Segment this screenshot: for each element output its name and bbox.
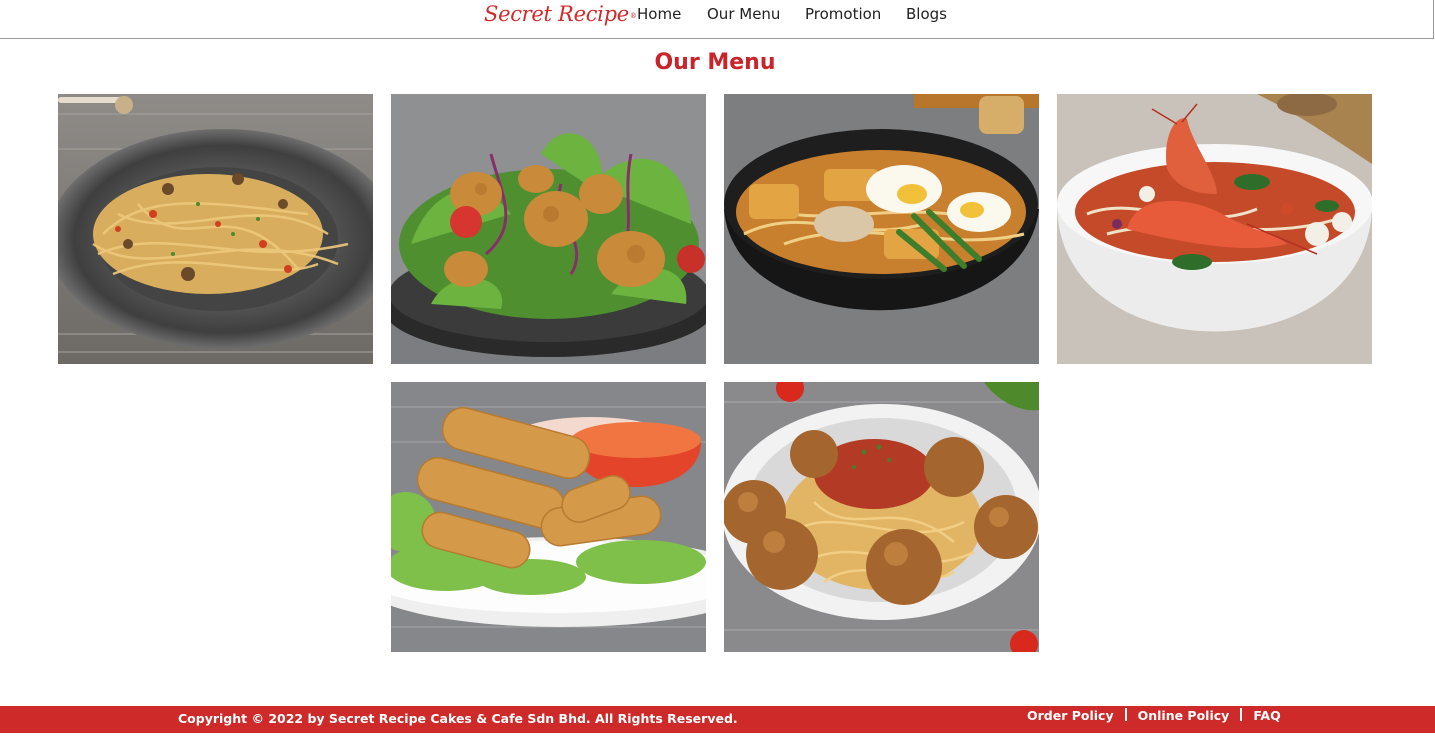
nav-our-menu-link[interactable]: Our Menu — [707, 5, 780, 23]
site-footer: Copyright © 2022 by Secret Recipe Cakes … — [0, 706, 1435, 733]
spring-rolls-image — [391, 382, 706, 652]
menu-item-pasta-aglio-olio[interactable] — [58, 94, 373, 364]
menu-item-curry-laksa[interactable] — [724, 94, 1039, 364]
logo-text: Secret Recipe — [484, 2, 629, 26]
top-navigation-bar: Secret Recipe® Home Our Menu Promotion B… — [0, 0, 1434, 39]
nav-home-link[interactable]: Home — [637, 5, 681, 23]
registered-mark: ® — [629, 12, 637, 20]
footer-divider — [1124, 708, 1127, 721]
page-title: Our Menu — [654, 50, 776, 75]
curry-laksa-image — [724, 94, 1039, 364]
copyright-text: Copyright © 2022 by Secret Recipe Cakes … — [178, 711, 738, 726]
menu-item-spaghetti-meatballs[interactable] — [724, 382, 1039, 652]
spaghetti-meatballs-image — [724, 382, 1039, 652]
crispy-chicken-salad-image — [391, 94, 706, 364]
footer-divider — [1240, 708, 1243, 721]
secret-recipe-logo[interactable]: Secret Recipe® — [484, 0, 637, 30]
menu-item-tom-yam-noodle[interactable] — [1057, 94, 1372, 364]
order-policy-link[interactable]: Order Policy — [1027, 708, 1114, 723]
menu-item-chicken-salad[interactable] — [391, 94, 706, 364]
aglio-olio-pasta-image — [58, 94, 373, 364]
nav-promotion-link[interactable]: Promotion — [805, 5, 881, 23]
faq-link[interactable]: FAQ — [1253, 708, 1280, 723]
menu-item-spring-rolls[interactable] — [391, 382, 706, 652]
footer-links: Order Policy Online Policy FAQ — [1027, 708, 1281, 723]
tom-yam-prawn-noodle-image — [1057, 94, 1372, 364]
online-policy-link[interactable]: Online Policy — [1138, 708, 1230, 723]
nav-blogs-link[interactable]: Blogs — [906, 5, 947, 23]
